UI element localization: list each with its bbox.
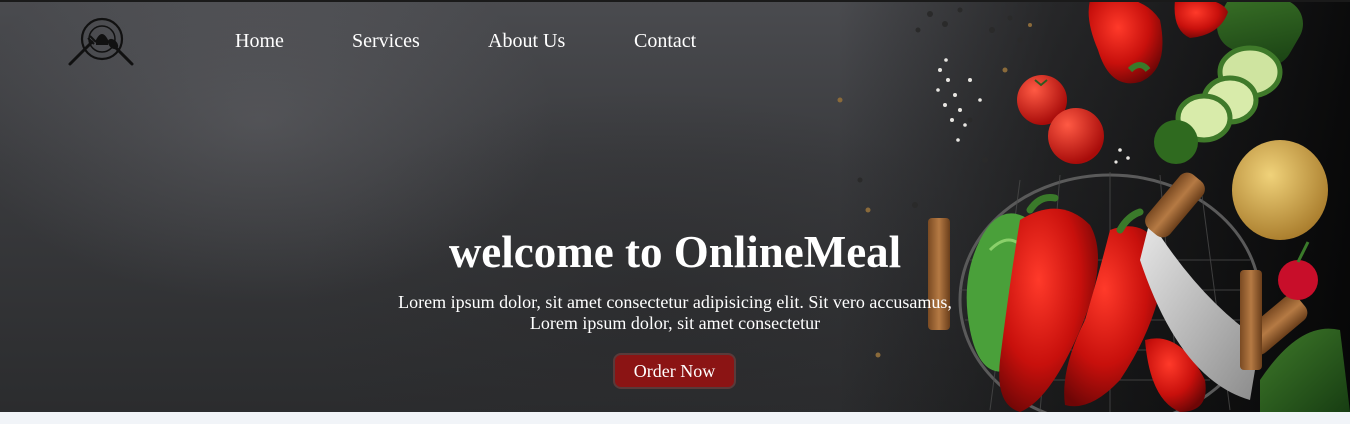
hero-subtitle-line-1: Lorem ipsum dolor, sit amet consectetur … — [398, 292, 952, 312]
top-border — [0, 0, 1350, 2]
nav-contact-link[interactable]: Contact — [634, 30, 696, 53]
order-now-button[interactable]: Order Now — [613, 353, 736, 389]
plate-fork-spoon-logo-icon[interactable] — [66, 12, 136, 70]
hero-subtitle-line-2: Lorem ipsum dolor, sit amet consectetur — [529, 313, 821, 333]
nav-home-link[interactable]: Home — [235, 30, 284, 53]
nav-services-link[interactable]: Services — [352, 30, 420, 53]
vegetables-image — [837, 0, 1350, 412]
hero-title: welcome to OnlineMeal — [448, 227, 902, 277]
nav-about-us-link[interactable]: About Us — [488, 30, 565, 53]
hero-section: Home Services About Us Contact welcome t… — [0, 0, 1350, 412]
hero-subtitle: Lorem ipsum dolor, sit amet consectetur … — [0, 292, 1350, 334]
page-bottom-strip — [0, 412, 1350, 424]
